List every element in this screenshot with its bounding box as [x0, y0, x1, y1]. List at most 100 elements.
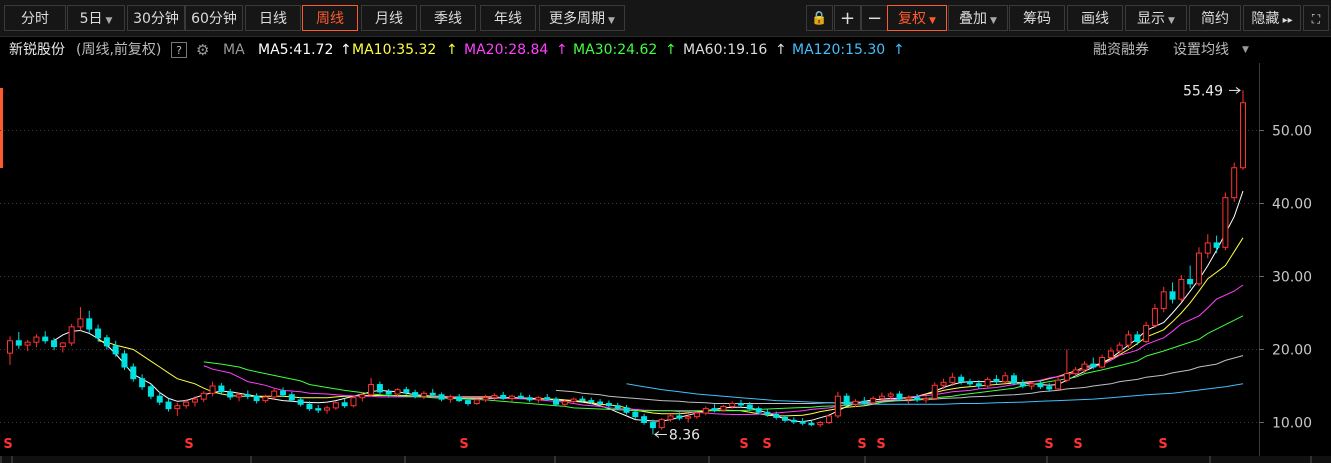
chevron-down-icon: ▼	[608, 16, 615, 26]
candle-body	[702, 408, 709, 414]
chevron-down-icon: ▼	[990, 16, 997, 26]
toolbar-button-5[interactable]: 简约	[1189, 5, 1241, 31]
period-tab-7[interactable]: 季线	[420, 5, 476, 31]
candle-body	[605, 403, 612, 407]
candle-body	[429, 392, 436, 396]
ma10-value: MA10:35.32	[352, 42, 437, 58]
info-bar: 新锐股份 (周线,前复权) ? ⚙ MA MA5:41.72 ↑ MA10:35…	[0, 37, 1331, 63]
candle-body	[553, 398, 560, 405]
candle-body	[1195, 252, 1202, 285]
candle-body	[359, 394, 366, 399]
ma60-value: MA60:19.16	[683, 42, 768, 58]
event-marker-icon[interactable]: S	[1044, 437, 1053, 452]
toolbar-button-6[interactable]: 隐藏 ▸▸	[1243, 5, 1301, 31]
candle-body	[746, 404, 753, 410]
candle-body	[33, 336, 40, 343]
candle-body	[623, 407, 630, 413]
period-tab-2[interactable]: 30分钟	[127, 5, 185, 31]
candle-body	[1222, 197, 1229, 248]
help-icon[interactable]: ?	[171, 42, 187, 58]
toolbar: 分时 5日 ▼ 30分钟 60分钟 日线 周线 月线 季线 年线 更多周期 ▼ 🔒 + − 复权 ▼ 叠加 ▼ 筹码画…	[0, 0, 1331, 37]
lock-icon[interactable]: 🔒	[806, 5, 833, 31]
settings-gear-icon[interactable]: ⚙	[196, 37, 209, 63]
event-marker-icon[interactable]: S	[739, 437, 748, 452]
candle-body	[1151, 308, 1158, 326]
candle-body	[376, 384, 383, 393]
period-tab-6[interactable]: 月线	[361, 5, 417, 31]
period-tab-label: 日线	[259, 11, 287, 27]
candle-body	[42, 336, 49, 342]
event-marker-icon[interactable]: S	[762, 437, 771, 452]
candle-body	[438, 394, 445, 400]
candle-body	[95, 328, 102, 339]
set-ma-caret-icon[interactable]: ▼	[1242, 37, 1249, 63]
y-tick-label: 30.00	[1272, 270, 1312, 286]
candle-body	[403, 389, 410, 394]
period-tab-label: 30分钟	[133, 11, 179, 27]
period-tab-label: 分时	[21, 11, 49, 27]
candle-body	[385, 391, 392, 395]
candle-body	[958, 376, 965, 383]
candle-body	[993, 378, 1000, 383]
chevron-down-icon: ▼	[105, 16, 113, 26]
candle-body	[1134, 334, 1141, 342]
candle-body	[1213, 242, 1220, 248]
period-tab-0[interactable]: 分时	[4, 5, 66, 31]
candle-body	[799, 421, 806, 424]
candlestick-chart[interactable]: 50.0040.0030.0020.0010.0055.498.36S S S S S S…	[0, 63, 1331, 463]
candle-body	[1002, 375, 1009, 383]
candle-body	[7, 340, 13, 354]
event-marker-icon[interactable]: S	[1158, 437, 1167, 452]
candle-body	[1081, 363, 1088, 371]
candle-body	[711, 408, 718, 411]
candle-body	[280, 390, 287, 396]
period-tab-5[interactable]: 周线	[302, 5, 358, 31]
ma120-arrow-icon: ↑	[893, 42, 905, 58]
period-tab-1[interactable]: 5日 ▼	[67, 5, 125, 31]
period-tab-4[interactable]: 日线	[245, 5, 301, 31]
candle-body	[641, 416, 648, 424]
y-tick-label: 10.00	[1272, 416, 1312, 432]
candle-body	[271, 390, 278, 398]
period-tab-label: 年线	[494, 11, 522, 27]
event-marker-icon[interactable]: S	[857, 437, 866, 452]
zoom-in-icon[interactable]: +	[834, 5, 861, 31]
candle-body	[368, 384, 375, 396]
toolbar-button-1[interactable]: 叠加 ▼	[948, 5, 1008, 31]
stock-name[interactable]: 新锐股份	[9, 37, 65, 63]
toolbar-button-4[interactable]: 显示 ▼	[1125, 5, 1187, 31]
toolbar-button-2[interactable]: 筹码	[1009, 5, 1065, 31]
candle-body	[843, 395, 850, 405]
period-tab-3[interactable]: 60分钟	[185, 5, 243, 31]
candle-body	[1107, 350, 1114, 359]
candle-body	[1011, 375, 1018, 384]
fullscreen-icon[interactable]: ⛶	[1303, 5, 1329, 31]
toolbar-button-label: 复权	[898, 11, 927, 27]
toolbar-button-3[interactable]: 画线	[1067, 5, 1123, 31]
event-marker-icon[interactable]: S	[1073, 437, 1082, 452]
candle-body	[1072, 369, 1079, 375]
candle-body	[1046, 386, 1053, 390]
candle-body	[227, 391, 234, 398]
candle-body	[121, 353, 128, 368]
candle-body	[861, 400, 868, 404]
candle-body	[817, 422, 824, 426]
event-marker-icon[interactable]: S	[184, 437, 193, 452]
margin-trading-link[interactable]: 融资融券	[1093, 37, 1149, 63]
ma5-arrow-icon: ↑	[340, 42, 352, 58]
y-tick-label: 20.00	[1272, 343, 1312, 359]
event-marker-icon[interactable]: S	[3, 437, 12, 452]
set-ma-link[interactable]: 设置均线	[1173, 37, 1229, 63]
candle-body	[209, 385, 216, 394]
period-tab-9[interactable]: 更多周期 ▼	[539, 5, 625, 31]
candle-body	[306, 403, 313, 410]
candle-body	[517, 395, 524, 399]
zoom-out-icon[interactable]: −	[861, 5, 888, 31]
period-tab-8[interactable]: 年线	[480, 5, 536, 31]
toolbar-button-0[interactable]: 复权 ▼	[887, 5, 947, 31]
ma5-value: MA5:41.72	[258, 42, 334, 58]
event-marker-icon[interactable]: S	[459, 437, 468, 452]
event-marker-icon[interactable]: S	[876, 437, 885, 452]
candle-body	[940, 381, 947, 386]
period-tab-label: 5日	[79, 11, 103, 27]
